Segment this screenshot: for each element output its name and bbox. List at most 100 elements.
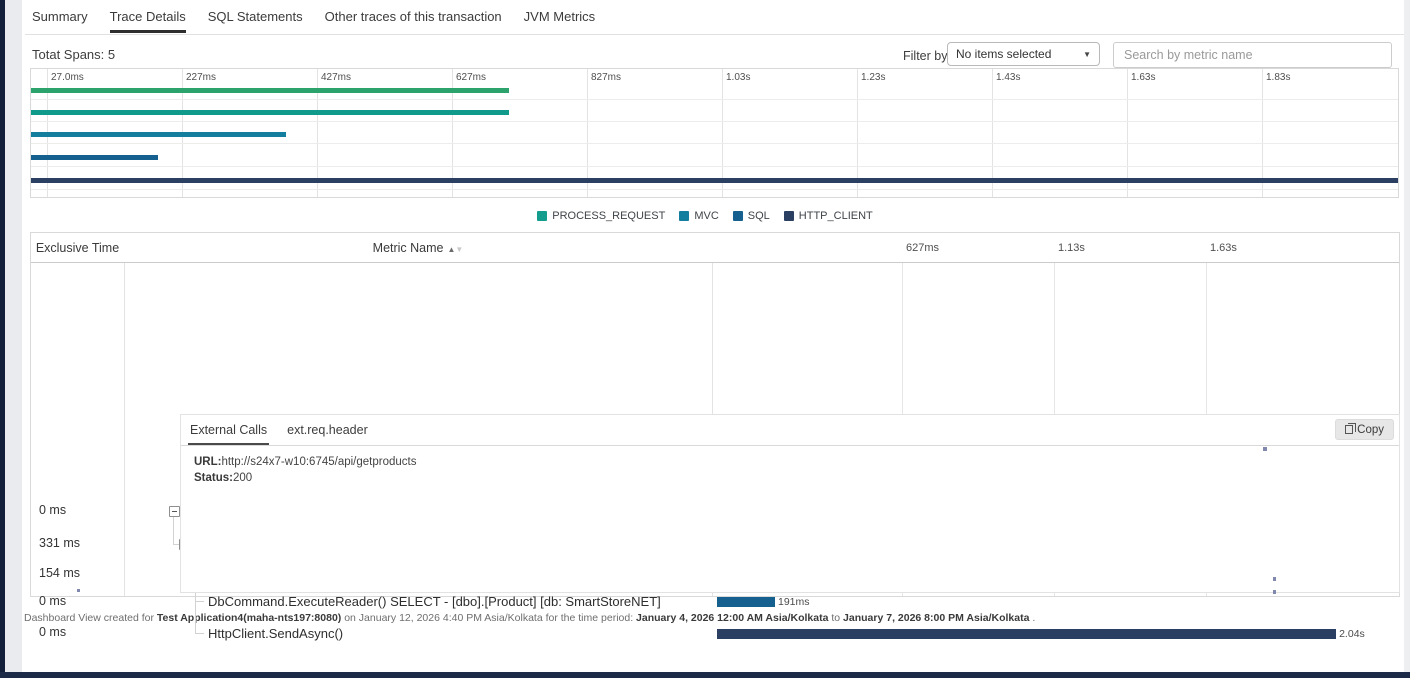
footer-text: Dashboard View created for xyxy=(24,612,157,624)
axis-tick: 1.43s xyxy=(996,72,1020,83)
bar-axis-tick: 1.63s xyxy=(1210,233,1237,263)
search-input[interactable] xyxy=(1113,42,1392,68)
timeline-span-bar xyxy=(31,110,509,115)
axis-tick: 27.0ms xyxy=(51,72,84,83)
legend-item: HTTP_CLIENT xyxy=(784,210,873,222)
url-line: URL:http://s24x7-w10:6745/api/getproduct… xyxy=(194,454,1399,470)
duration-bar xyxy=(717,597,775,607)
row-divider xyxy=(31,121,1398,122)
total-spans-label: Totat Spans: 5 xyxy=(32,47,115,62)
metric-name-label: Metric Name xyxy=(373,241,444,255)
footer-period-start: January 4, 2026 12:00 AM Asia/Kolkata xyxy=(636,612,828,624)
bar-axis-tick: 1.13s xyxy=(1058,233,1085,263)
status-label: Status: xyxy=(194,472,233,484)
external-call-detail-panel: External Calls ext.req.header Copy URL:h… xyxy=(180,414,1400,593)
timeline-span-bar xyxy=(31,178,1398,183)
exclusive-time-value: 154 ms xyxy=(39,566,80,580)
url-value: http://s24x7-w10:6745/api/getproducts xyxy=(221,456,416,468)
header-exclusive-time: Exclusive Time xyxy=(31,233,124,263)
copy-button[interactable]: Copy xyxy=(1335,419,1394,440)
axis-tick: 1.23s xyxy=(861,72,885,83)
table-row-httpclient[interactable]: HttpClient.SendAsync() xyxy=(208,626,343,641)
axis-tick: 827ms xyxy=(591,72,621,83)
trace-timeline-chart: 27.0ms 227ms 427ms 627ms 827ms 1.03s 1.2… xyxy=(30,68,1399,198)
table-header-row: Exclusive Time Metric Name▲▼ 627ms 1.13s… xyxy=(31,233,1399,263)
legend-swatch xyxy=(733,211,743,221)
duration-label: 191ms xyxy=(778,596,810,608)
chevron-down-icon: ▼ xyxy=(1083,50,1091,59)
legend-swatch xyxy=(679,211,689,221)
row-divider xyxy=(31,143,1398,144)
scroll-artifact-icon xyxy=(1263,447,1267,451)
timeline-span-bar xyxy=(31,88,509,93)
top-tab-bar: Summary Trace Details SQL Statements Oth… xyxy=(32,9,595,33)
legend-swatch xyxy=(537,211,547,221)
legend-swatch xyxy=(784,211,794,221)
exclusive-time-value: 331 ms xyxy=(39,536,80,550)
right-grey-margin xyxy=(1404,0,1410,672)
tree-connector xyxy=(195,633,204,634)
axis-tick: 627ms xyxy=(456,72,486,83)
copy-label: Copy xyxy=(1357,424,1384,436)
axis-tick: 227ms xyxy=(186,72,216,83)
table-row-dbcommand[interactable]: DbCommand.ExecuteReader() SELECT - [dbo]… xyxy=(208,594,661,609)
collapse-icon[interactable] xyxy=(169,506,180,517)
tab-divider xyxy=(25,34,1404,35)
timeline-span-bar xyxy=(31,132,286,137)
axis-tick: 1.63s xyxy=(1131,72,1155,83)
header-metric-name: Metric Name▲▼ xyxy=(124,233,712,263)
trace-details-page: Summary Trace Details SQL Statements Oth… xyxy=(0,0,1410,678)
axis-tick: 1.83s xyxy=(1266,72,1290,83)
exclusive-time-value: 0 ms xyxy=(39,503,66,517)
duration-label: 2.04s xyxy=(1339,628,1365,640)
duration-bar-row: 2.04s xyxy=(717,628,1365,640)
legend-item: PROCESS_REQUEST xyxy=(537,210,665,222)
row-divider xyxy=(31,99,1398,100)
scroll-artifact-icon xyxy=(1273,590,1276,594)
footer-period-end: January 7, 2026 8:00 PM Asia/Kolkata xyxy=(843,612,1029,624)
tab-trace-details[interactable]: Trace Details xyxy=(110,9,186,33)
detail-content: URL:http://s24x7-w10:6745/api/getproduct… xyxy=(181,446,1399,486)
status-value: 200 xyxy=(233,472,252,484)
left-dark-edge xyxy=(0,0,5,678)
duration-bar-row: 191ms xyxy=(717,596,810,608)
tab-ext-req-header[interactable]: ext.req.header xyxy=(285,417,370,445)
footer-text: . xyxy=(1029,612,1035,624)
left-grey-margin xyxy=(5,0,22,672)
tree-connector xyxy=(173,517,174,545)
tab-other-traces[interactable]: Other traces of this transaction xyxy=(325,9,502,33)
scroll-artifact-icon xyxy=(77,589,80,592)
bottom-dark-edge xyxy=(0,672,1410,678)
column-divider xyxy=(124,233,125,596)
legend-label: SQL xyxy=(748,210,770,222)
footer-app-name: Test Application4(maha-nts197:8080) xyxy=(157,612,341,624)
legend-item: SQL xyxy=(733,210,770,222)
chart-legend: PROCESS_REQUEST MVC SQL HTTP_CLIENT xyxy=(0,210,1410,222)
footer-text: on January 12, 2026 4:40 PM Asia/Kolkata… xyxy=(341,612,636,624)
legend-label: PROCESS_REQUEST xyxy=(552,210,665,222)
axis-tick: 427ms xyxy=(321,72,351,83)
legend-item: MVC xyxy=(679,210,718,222)
timeline-span-bar xyxy=(31,155,158,160)
bar-axis-tick: 627ms xyxy=(906,233,939,263)
legend-label: HTTP_CLIENT xyxy=(799,210,873,222)
row-divider xyxy=(31,189,1398,190)
metric-name: DbCommand.ExecuteReader() SELECT - [dbo]… xyxy=(208,594,661,609)
tab-external-calls[interactable]: External Calls xyxy=(188,417,269,445)
exclusive-time-value: 0 ms xyxy=(39,594,66,608)
footer-text: to xyxy=(828,612,843,624)
sort-desc-icon[interactable]: ▼ xyxy=(455,245,463,254)
url-label: URL: xyxy=(194,456,221,468)
metric-name: HttpClient.SendAsync() xyxy=(208,626,343,641)
filter-select[interactable]: No items selected ▼ xyxy=(947,42,1100,66)
tab-jvm-metrics[interactable]: JVM Metrics xyxy=(524,9,596,33)
exclusive-time-value: 0 ms xyxy=(39,625,66,639)
filter-select-value: No items selected xyxy=(956,47,1051,61)
tab-summary[interactable]: Summary xyxy=(32,9,88,33)
filter-by-label: Filter by xyxy=(903,49,947,63)
tab-sql-statements[interactable]: SQL Statements xyxy=(208,9,303,33)
status-line: Status:200 xyxy=(194,470,1399,486)
legend-label: MVC xyxy=(694,210,718,222)
axis-tick: 1.03s xyxy=(726,72,750,83)
detail-tab-bar: External Calls ext.req.header Copy xyxy=(181,415,1399,446)
